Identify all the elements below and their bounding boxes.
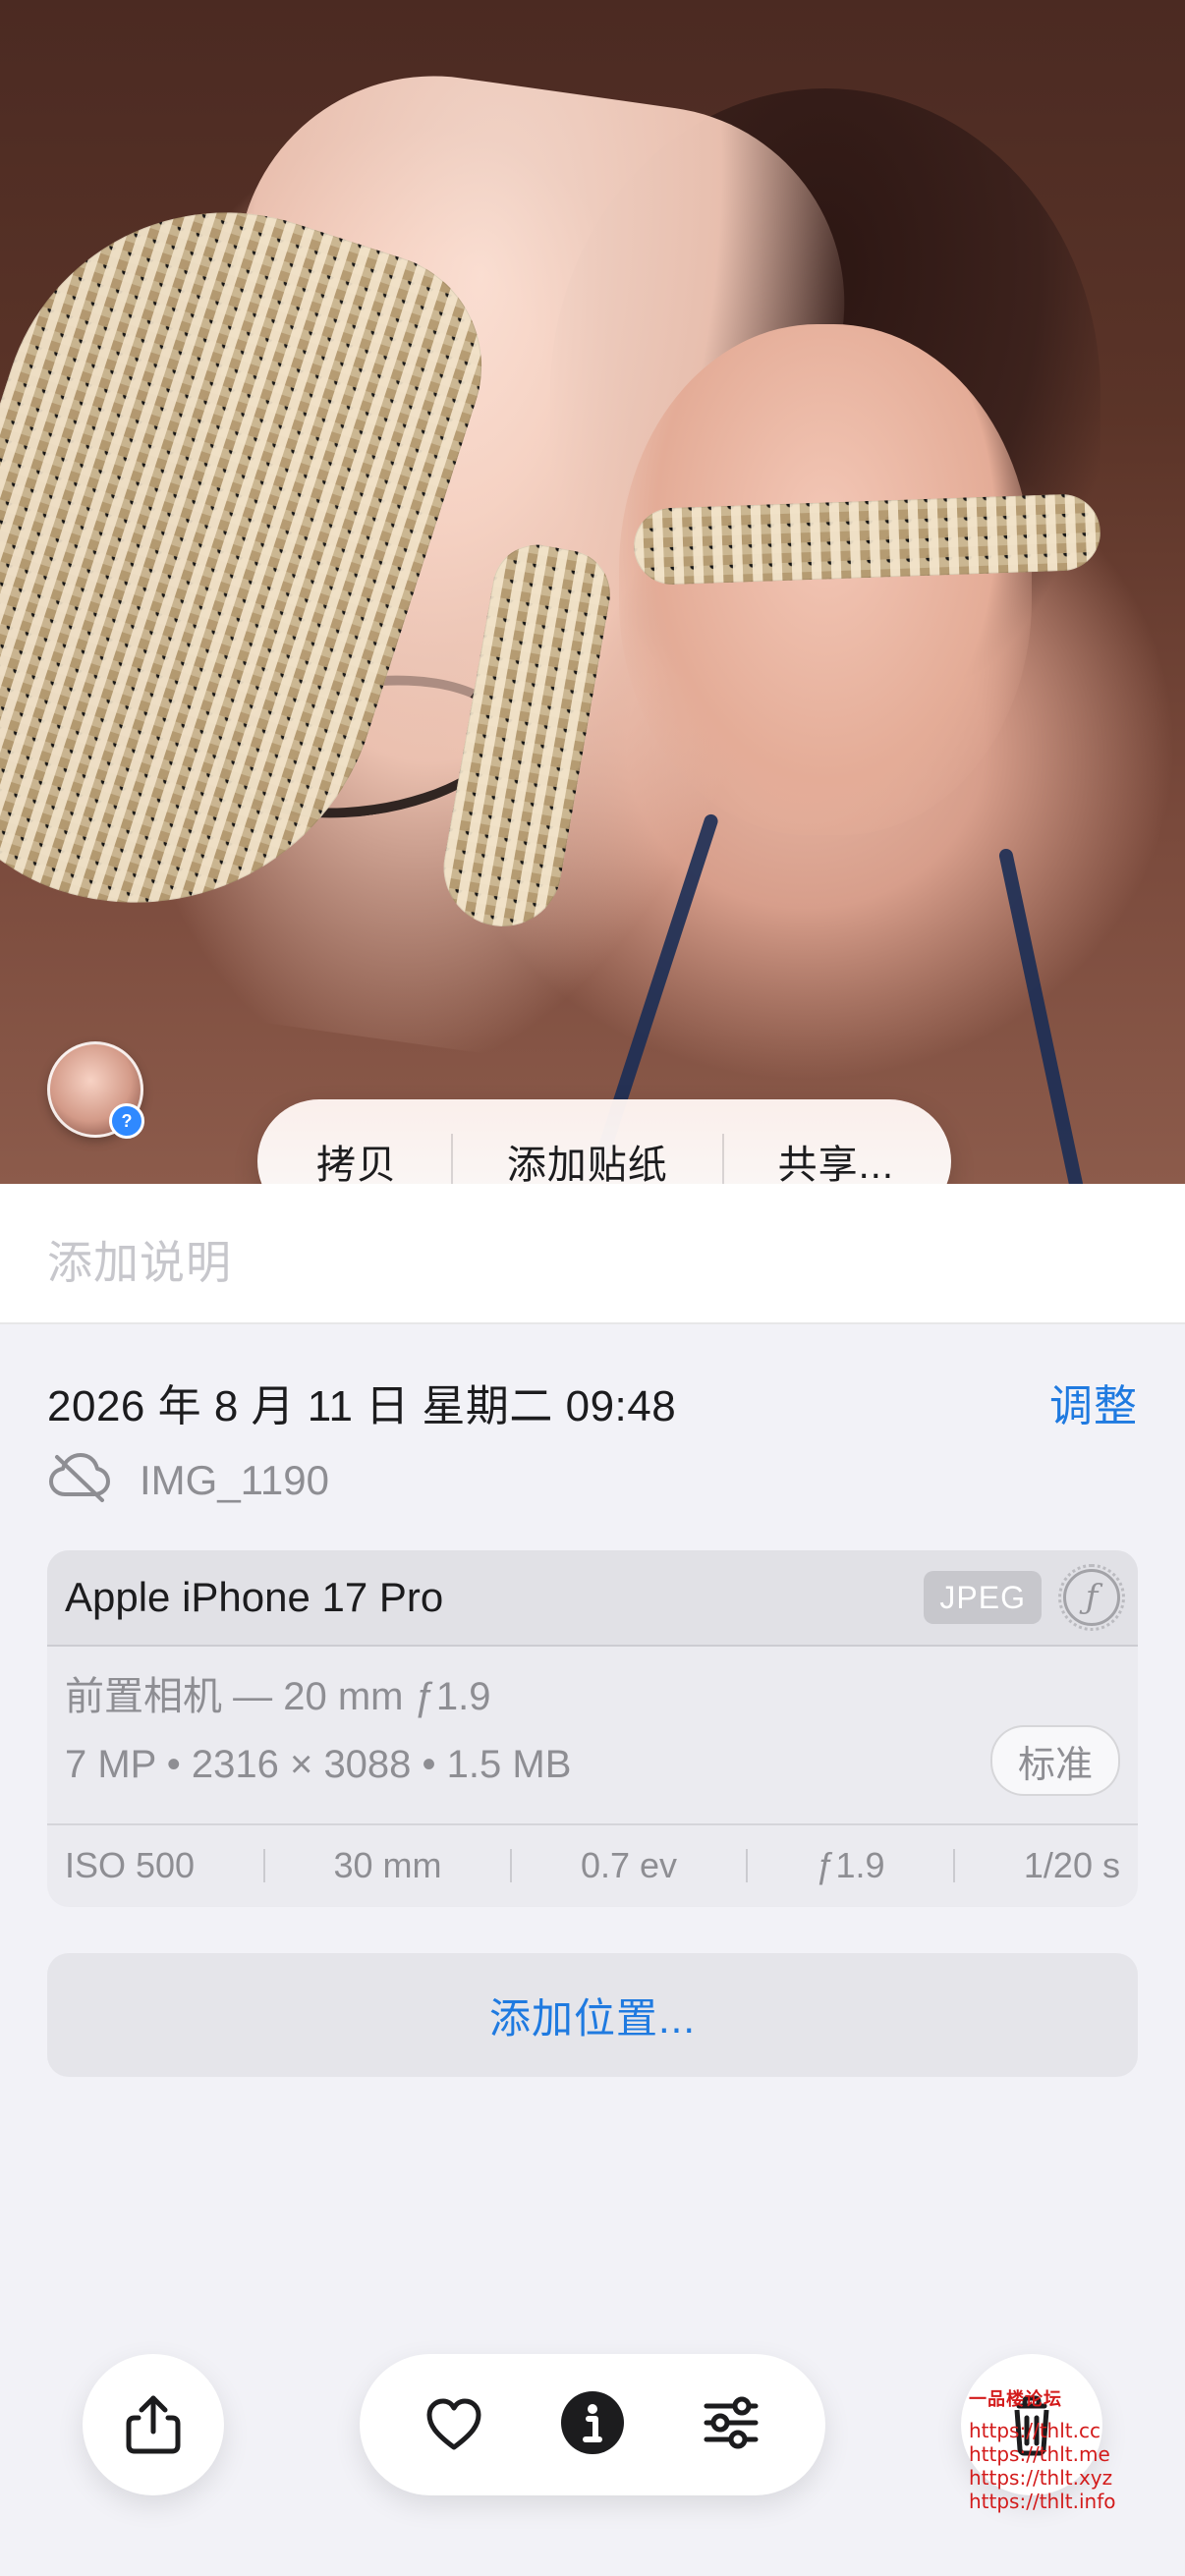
exif-separator (745, 1849, 748, 1882)
heart-icon (420, 2388, 488, 2462)
adjust-button[interactable] (684, 2378, 778, 2472)
sliders-icon (695, 2386, 767, 2464)
share-button[interactable] (83, 2354, 224, 2495)
aperture-f-icon[interactable]: ƒ (1058, 1564, 1125, 1631)
adjust-date-button[interactable]: 调整 (1049, 1371, 1138, 1433)
watermark-url-4: https://thlt.info (969, 2490, 1116, 2513)
exif-shutter: 1/20 s (1023, 1845, 1120, 1885)
exif-aperture: ƒ1.9 (816, 1845, 885, 1885)
exif-focal-length: 30 mm (333, 1845, 442, 1885)
exif-iso: ISO 500 (65, 1845, 196, 1885)
person-avatar[interactable]: ? (47, 1041, 144, 1139)
date-row: 2026 年 8 月 11 日 星期二 09:48 调整 (47, 1371, 1138, 1433)
context-menu-share[interactable]: 共享... (778, 1133, 894, 1190)
camera-card-header: Apple iPhone 17 Pro JPEG ƒ (47, 1550, 1138, 1647)
caption-placeholder: 添加说明 (47, 1237, 232, 1288)
watermark-url-1: https://thlt.cc (969, 2419, 1100, 2442)
photo-strap-right (997, 847, 1090, 1184)
context-menu-add-sticker[interactable]: 添加贴纸 (507, 1133, 668, 1190)
privacy-mosaic-eyes (632, 492, 1102, 587)
watermark-title: 一品楼论坛 (969, 2389, 1062, 2410)
exif-separator (953, 1849, 956, 1882)
share-icon (119, 2388, 188, 2462)
info-icon (556, 2386, 629, 2464)
context-menu-copy[interactable]: 拷贝 (316, 1133, 397, 1190)
lens-info: 前置相机 — 20 mm ƒ1.9 (65, 1675, 491, 1718)
quality-badge: 标准 (989, 1725, 1120, 1796)
exif-separator (262, 1849, 265, 1882)
context-menu-separator (450, 1134, 453, 1189)
photo-view[interactable]: ? (0, 0, 1185, 1184)
photo-datetime: 2026 年 8 月 11 日 星期二 09:48 (47, 1382, 677, 1430)
bottom-toolbar (360, 2354, 825, 2495)
add-location-button[interactable]: 添加位置... (47, 1953, 1138, 2077)
question-badge-icon: ? (109, 1103, 144, 1139)
caption-field[interactable]: 添加说明 (0, 1184, 1185, 1324)
info-button[interactable] (545, 2378, 640, 2472)
format-badge: JPEG (924, 1571, 1042, 1624)
image-specs: 7 MP • 2316 × 3088 • 1.5 MB (65, 1743, 572, 1786)
context-menu-separator (721, 1134, 724, 1189)
file-name: IMG_1190 (140, 1456, 329, 1503)
favorite-button[interactable] (407, 2378, 501, 2472)
exif-separator (510, 1849, 513, 1882)
watermark-url-3: https://thlt.xyz (969, 2466, 1113, 2490)
exif-row: ISO 500 30 mm 0.7 ev ƒ1.9 1/20 s (47, 1823, 1138, 1906)
cloud-off-icon (47, 1451, 112, 1509)
watermark: 一品楼论坛 https://thlt.cc https://thlt.me ht… (969, 2385, 1136, 2513)
camera-card-actions: JPEG ƒ (924, 1564, 1125, 1631)
camera-details-card: Apple iPhone 17 Pro JPEG ƒ 前置相机 — 20 mm … (47, 1550, 1138, 1906)
exif-exposure-bias: 0.7 ev (580, 1845, 678, 1885)
file-row: IMG_1190 (47, 1451, 1138, 1509)
device-name: Apple iPhone 17 Pro (65, 1574, 444, 1620)
camera-card-body: 前置相机 — 20 mm ƒ1.9 7 MP • 2316 × 3088 • 1… (47, 1647, 1138, 1823)
watermark-url-2: https://thlt.me (969, 2442, 1110, 2466)
photo-info: 2026 年 8 月 11 日 星期二 09:48 调整 IMG_1190 (47, 1371, 1138, 1509)
